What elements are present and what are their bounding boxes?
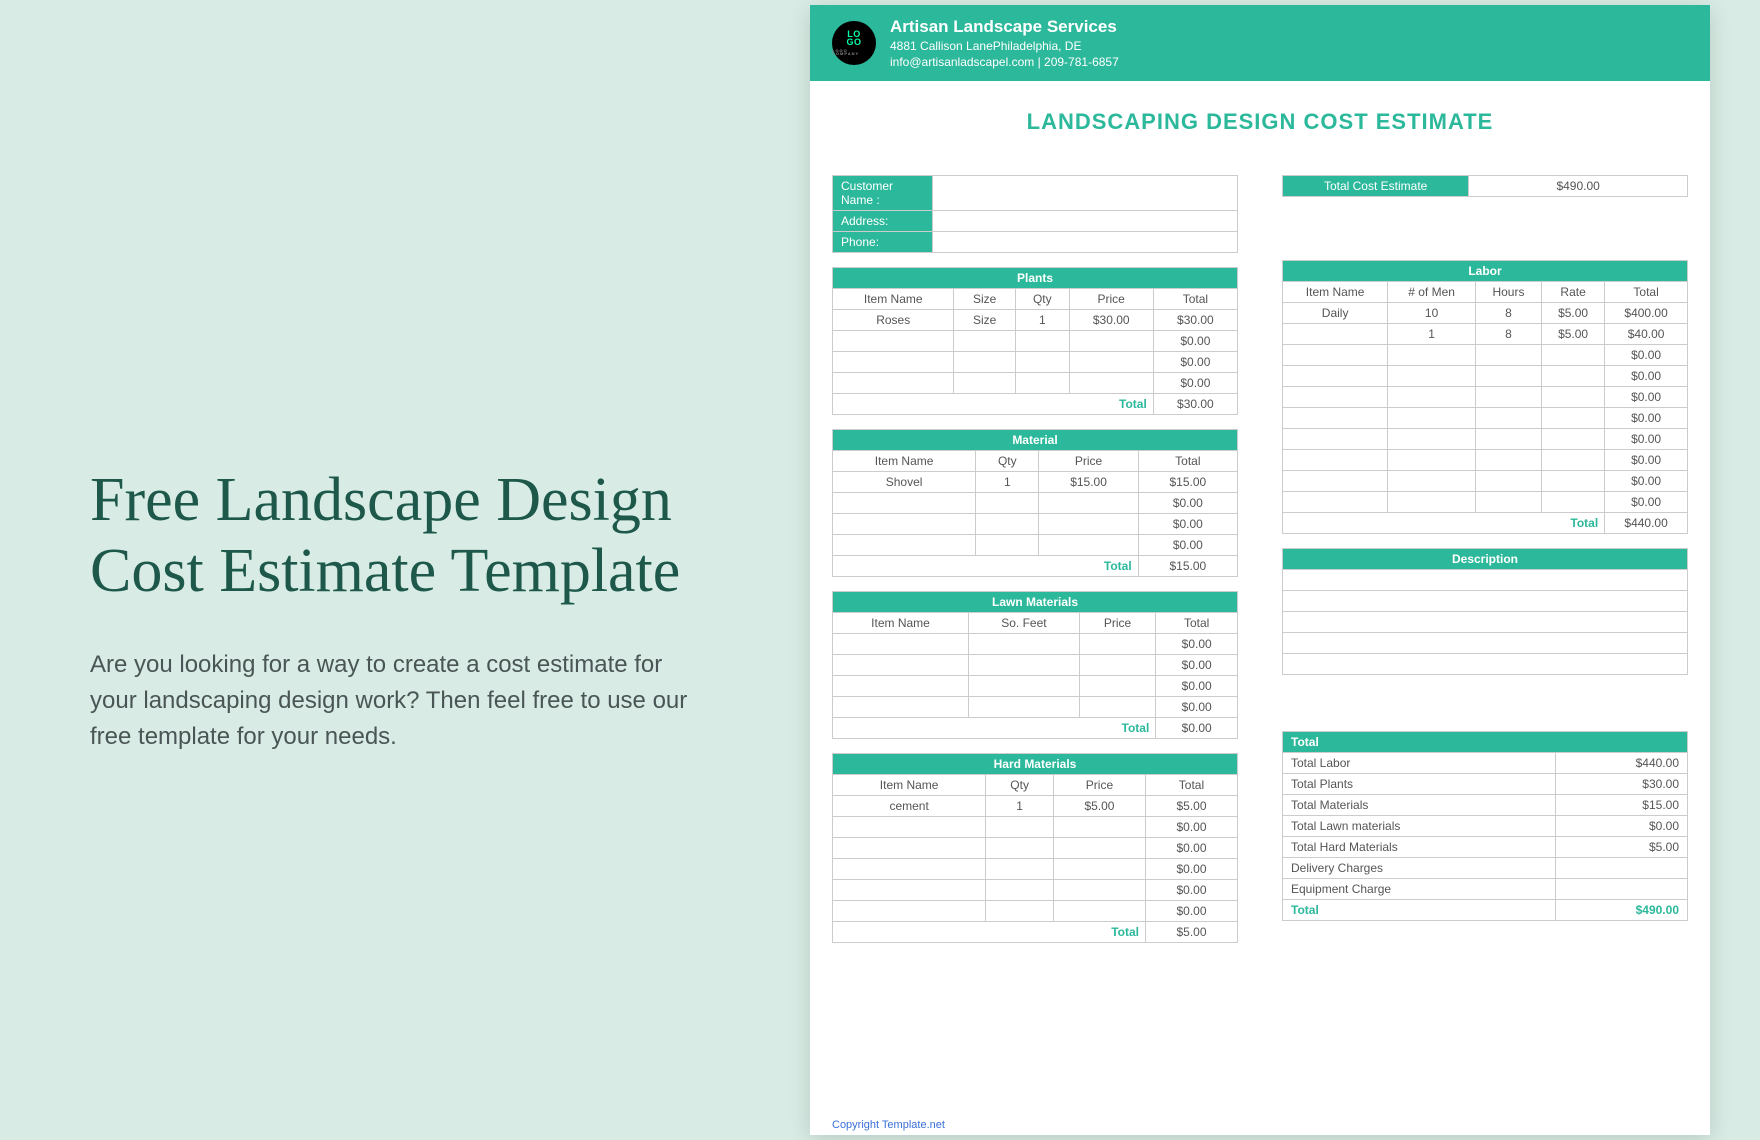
- logo-icon: LO GO LOGO COMPANY: [832, 21, 876, 65]
- material-table: MaterialItem NameQtyPriceTotalShovel1$15…: [832, 429, 1238, 577]
- page-title: Free Landscape Design Cost Estimate Temp…: [90, 465, 690, 608]
- customer-name-value: [933, 176, 1238, 211]
- plants-table: PlantsItem NameSizeQtyPriceTotalRosesSiz…: [832, 267, 1238, 415]
- document-preview-area: LO GO LOGO COMPANY Artisan Landscape Ser…: [760, 0, 1760, 1140]
- customer-address-value: [933, 211, 1238, 232]
- document: LO GO LOGO COMPANY Artisan Landscape Ser…: [810, 5, 1710, 1135]
- customer-table: Customer Name : Address: Phone:: [832, 175, 1238, 253]
- hard-table: Hard MaterialsItem NameQtyPriceTotalceme…: [832, 753, 1238, 943]
- total-cost-estimate: Total Cost Estimate $490.00: [1282, 175, 1688, 197]
- doc-title: LANDSCAPING DESIGN COST ESTIMATE: [832, 109, 1688, 135]
- customer-name-label: Customer Name :: [833, 176, 933, 211]
- page-description: Are you looking for a way to create a co…: [90, 647, 690, 755]
- customer-phone-value: [933, 232, 1238, 253]
- company-address: 4881 Callison LanePhiladelphia, DE: [890, 39, 1119, 53]
- intro-panel: Free Landscape Design Cost Estimate Temp…: [0, 0, 760, 1140]
- customer-phone-label: Phone:: [833, 232, 933, 253]
- doc-body: LANDSCAPING DESIGN COST ESTIMATE Custome…: [810, 81, 1710, 963]
- customer-address-label: Address:: [833, 211, 933, 232]
- total-estimate-value: $490.00: [1469, 176, 1688, 197]
- labor-table: LaborItem Name# of MenHoursRateTotalDail…: [1282, 260, 1688, 534]
- total-estimate-label: Total Cost Estimate: [1283, 176, 1469, 197]
- copyright: Copyright Template.net: [832, 1119, 945, 1131]
- logo-text-bottom: GO: [846, 38, 861, 46]
- description-table: Description: [1282, 548, 1688, 675]
- totals-table: TotalTotal Labor$440.00Total Plants$30.0…: [1282, 731, 1688, 921]
- company-name: Artisan Landscape Services: [890, 17, 1119, 37]
- doc-header: LO GO LOGO COMPANY Artisan Landscape Ser…: [810, 5, 1710, 81]
- company-contact: info@artisanladscapel.com | 209-781-6857: [890, 55, 1119, 69]
- logo-sub: LOGO COMPANY: [832, 49, 876, 56]
- lawn-table: Lawn MaterialsItem NameSo. FeetPriceTota…: [832, 591, 1238, 739]
- company-info: Artisan Landscape Services 4881 Callison…: [890, 17, 1119, 69]
